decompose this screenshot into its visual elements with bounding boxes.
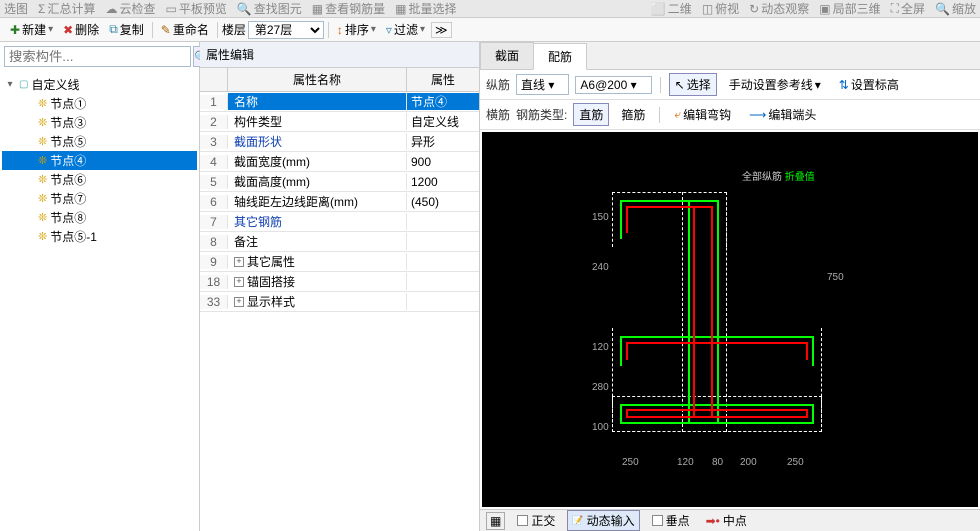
property-row[interactable]: 6轴线距左边线距离(mm)(450) <box>200 192 479 212</box>
tree-item[interactable]: ❊节点⑦ <box>2 189 197 208</box>
tree-root[interactable]: ▾ ▢ 自定义线 <box>2 75 197 94</box>
gear-icon: ❊ <box>38 97 47 110</box>
transverse-label: 横筋 <box>486 106 510 123</box>
component-tree[interactable]: ▾ ▢ 自定义线 ❊节点① ❊节点③ ❊节点⑤ ❊节点④ ❊节点⑥ ❊节点⑦ ❊… <box>0 71 199 531</box>
gear-icon: ❊ <box>38 230 47 243</box>
edit-hook[interactable]: ⤶编辑弯钩 <box>668 103 737 126</box>
spec-select[interactable]: A6@200 ▾ <box>575 76 651 94</box>
shape-select[interactable]: 直线 ▾ <box>516 74 569 95</box>
perp-snap-toggle[interactable]: 垂点 <box>648 511 694 530</box>
tree-item[interactable]: ❊节点⑤ <box>2 132 197 151</box>
stirrup-rebar[interactable]: 箍筋 <box>615 103 651 126</box>
copy-button[interactable]: ⧉复制 <box>105 19 148 40</box>
tab-section[interactable]: 截面 <box>480 42 534 69</box>
dynamic-input-toggle[interactable]: 📝动态输入 <box>567 510 639 531</box>
floor-label: 楼层 <box>222 21 246 38</box>
gear-icon: ❊ <box>38 192 47 205</box>
manual-ref-line[interactable]: 手动设置参考线 ▾ <box>723 73 827 96</box>
tree-item-selected[interactable]: ❊节点④ <box>2 151 197 170</box>
tree-item[interactable]: ❊节点⑤-1 <box>2 227 197 246</box>
ortho-toggle[interactable]: 正交 <box>513 511 559 530</box>
collapse-icon[interactable]: ▾ <box>4 79 16 90</box>
property-row[interactable]: 7其它钢筋 <box>200 212 479 232</box>
sort-button[interactable]: ↕排序▾ <box>333 19 380 40</box>
property-panel: 属性编辑 属性名称 属性 1名称节点④ 2构件类型自定义线 3截面形状异形 4截… <box>200 42 480 531</box>
section-tabs: 截面 配筋 <box>480 42 980 70</box>
grid-snap-icon[interactable]: ▦ <box>486 512 505 530</box>
filter-button[interactable]: ▿过滤▾ <box>382 19 429 40</box>
property-row[interactable]: 5截面高度(mm)1200 <box>200 172 479 192</box>
property-row[interactable]: 2构件类型自定义线 <box>200 112 479 132</box>
drawing-panel: 截面 配筋 纵筋 直线 ▾ A6@200 ▾ ↖选择 手动设置参考线 ▾ ⇅设置… <box>480 42 980 531</box>
gear-icon: ❊ <box>38 154 47 167</box>
rename-button[interactable]: ✎重命名 <box>157 19 213 40</box>
property-row[interactable]: 8备注 <box>200 232 479 252</box>
midpoint-snap-toggle[interactable]: ➡•中点 <box>702 511 751 530</box>
property-header: 属性名称 属性 <box>200 68 479 92</box>
gear-icon: ❊ <box>38 135 47 148</box>
hook-icon: ⤶ <box>674 107 681 122</box>
main-toolbar: ✚新建▾ ✖删除 ⧉复制 ✎重命名 楼层 第27层 ↕排序▾ ▿过滤▾ ≫ <box>0 18 980 42</box>
longitudinal-label: 纵筋 <box>486 76 510 93</box>
cursor-icon: ↖ <box>675 78 685 92</box>
more-button[interactable]: ≫ <box>431 22 452 38</box>
property-row[interactable]: 4截面宽度(mm)900 <box>200 152 479 172</box>
property-row[interactable]: 9+其它属性 <box>200 252 479 272</box>
search-input[interactable] <box>4 46 191 67</box>
canvas-status-bar: ▦ 正交 📝动态输入 垂点 ➡•中点 <box>480 509 980 531</box>
top-ribbon-hint: 选图 Σ 汇总计算 ☁ 云检查 ▭ 平板预览 🔍 查找图元 ▦ 查看钢筋量 ▦ … <box>0 0 980 18</box>
gear-icon: ❊ <box>38 211 47 224</box>
expand-icon[interactable]: + <box>234 257 244 267</box>
expand-icon[interactable]: + <box>234 277 244 287</box>
tab-reinforcement[interactable]: 配筋 <box>533 43 587 70</box>
expand-icon[interactable]: + <box>234 297 244 307</box>
straight-rebar[interactable]: 直筋 <box>573 103 609 126</box>
tree-item[interactable]: ❊节点① <box>2 94 197 113</box>
select-tool[interactable]: ↖选择 <box>669 73 717 96</box>
property-row[interactable]: 1名称节点④ <box>200 92 479 112</box>
tree-item[interactable]: ❊节点⑧ <box>2 208 197 227</box>
drawing-canvas[interactable]: 全部纵筋 折叠值 150 240 750 120 280 100 250 120… <box>482 132 978 507</box>
rebar-toolbar-1: 纵筋 直线 ▾ A6@200 ▾ ↖选择 手动设置参考线 ▾ ⇅设置标高 <box>480 70 980 100</box>
delete-button[interactable]: ✖删除 <box>59 19 103 40</box>
gear-icon: ❊ <box>38 173 47 186</box>
tree-item[interactable]: ❊节点⑥ <box>2 170 197 189</box>
menu-item[interactable]: 选图 <box>4 0 28 17</box>
tree-item[interactable]: ❊节点③ <box>2 113 197 132</box>
component-tree-panel: 🔍 ▾ ▢ 自定义线 ❊节点① ❊节点③ ❊节点⑤ ❊节点④ ❊节点⑥ ❊节点⑦… <box>0 42 200 531</box>
property-row[interactable]: 18+锚固搭接 <box>200 272 479 292</box>
property-title: 属性编辑 <box>200 42 479 68</box>
folder-icon: ▢ <box>19 79 28 90</box>
gear-icon: ❊ <box>38 116 47 129</box>
end-icon: ⟶ <box>749 108 766 122</box>
new-button[interactable]: ✚新建▾ <box>6 19 57 40</box>
set-elevation[interactable]: ⇅设置标高 <box>833 73 905 96</box>
elevation-icon: ⇅ <box>839 78 849 92</box>
property-row[interactable]: 33+显示样式 <box>200 292 479 312</box>
rebar-type-label: 钢筋类型: <box>516 106 567 123</box>
edit-end[interactable]: ⟶编辑端头 <box>743 103 822 126</box>
property-row[interactable]: 3截面形状异形 <box>200 132 479 152</box>
rebar-toolbar-2: 横筋 钢筋类型: 直筋 箍筋 ⤶编辑弯钩 ⟶编辑端头 <box>480 100 980 130</box>
floor-select[interactable]: 第27层 <box>248 21 324 39</box>
